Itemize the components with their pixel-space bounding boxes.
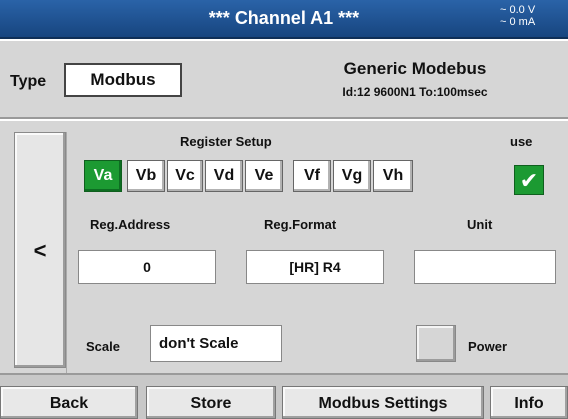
previous-button[interactable]: < [14,132,66,368]
tab-vd[interactable]: Vd [205,160,243,192]
checkmark-icon: ✔ [519,168,539,193]
reg-format-label: Reg.Format [264,217,337,232]
reg-address-field[interactable]: 0 [78,250,216,284]
reg-format-field[interactable]: [HR] R4 [246,250,384,284]
header-panel: Type Modbus Generic Modebus Id:12 9600N1… [0,41,568,119]
tab-vh[interactable]: Vh [373,160,413,192]
info-button[interactable]: Info [490,386,568,419]
tab-ve[interactable]: Ve [245,160,283,192]
modbus-settings-button[interactable]: Modbus Settings [282,386,484,419]
use-checkbox[interactable]: ✔ [514,165,544,195]
device-subtitle: Id:12 9600N1 To:100msec [342,85,488,99]
register-setup-title: Register Setup [180,134,272,149]
type-label: Type [10,73,47,90]
tab-va[interactable]: Va [84,160,122,192]
tab-vb[interactable]: Vb [127,160,165,192]
scale-label: Scale [86,339,120,354]
main-panel: < [0,121,568,373]
tab-vg[interactable]: Vg [333,160,371,192]
type-selector[interactable]: Modbus [64,63,182,97]
use-label: use [510,134,533,149]
unit-label: Unit [467,217,493,232]
store-button[interactable]: Store [146,386,276,419]
signal-readout: ~ 0.0 V ~ 0 mA [500,4,535,28]
window-title: *** Channel A1 *** [208,8,360,28]
reg-address-label: Reg.Address [90,217,171,232]
scale-field[interactable]: don't Scale [150,325,282,362]
power-label: Power [468,339,508,354]
voltage-readout: ~ 0.0 V [500,4,536,16]
current-readout: ~ 0 mA [500,16,536,28]
back-button[interactable]: Back [0,386,138,419]
tab-vc[interactable]: Vc [167,160,203,192]
power-checkbox[interactable] [416,325,456,362]
unit-field[interactable] [414,250,556,284]
device-title: Generic Modebus [343,59,487,78]
tab-vf[interactable]: Vf [293,160,331,192]
title-bar: *** Channel A1 *** ~ 0.0 V ~ 0 mA [0,0,568,39]
